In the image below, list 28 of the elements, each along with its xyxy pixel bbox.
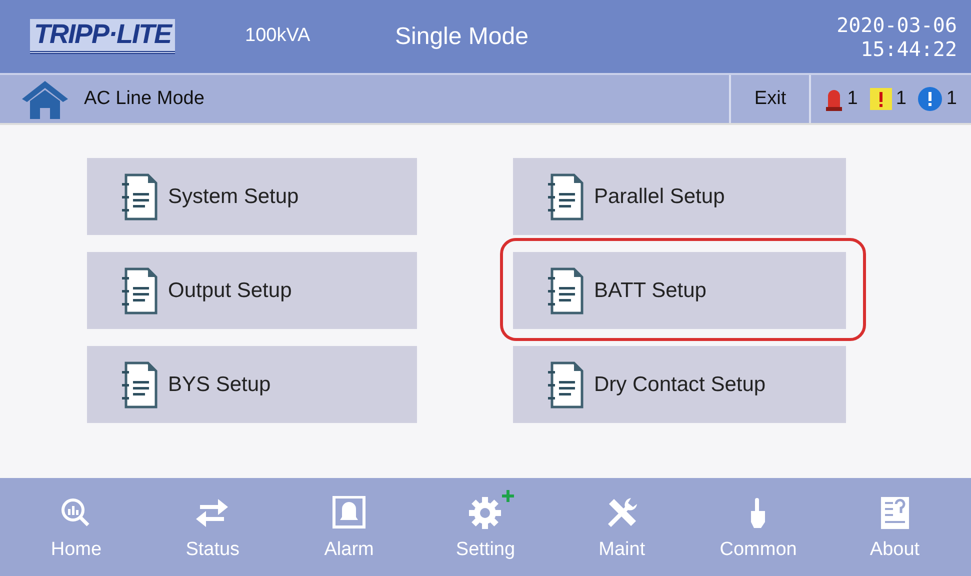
menu-button[interactable]: Output Setup — [87, 252, 417, 329]
info-icon — [918, 87, 942, 111]
document-icon — [546, 266, 586, 314]
date-text: 2020-03-06 — [836, 12, 957, 36]
menu-button[interactable]: System Setup — [87, 158, 417, 235]
bell-icon — [332, 496, 366, 530]
home-icon — [20, 79, 70, 119]
document-icon — [546, 360, 586, 408]
gear-icon — [468, 496, 502, 530]
warning-icon — [870, 88, 892, 110]
menu-button[interactable]: BYS Setup — [87, 346, 417, 423]
mode-title: Single Mode — [395, 22, 530, 52]
document-icon — [120, 266, 160, 314]
menu-button[interactable]: Dry Contact Setup — [513, 346, 846, 423]
capacity-label: 100kVA — [245, 24, 312, 48]
exit-button[interactable]: Exit — [729, 75, 812, 123]
time-text: 15:44:22 — [860, 36, 957, 60]
alarm-count: 1 — [946, 86, 957, 111]
document-icon — [120, 172, 160, 220]
document-icon — [546, 172, 586, 220]
document-icon — [120, 360, 160, 408]
logo: TRIPP·LITE — [30, 19, 175, 54]
siren-icon — [825, 87, 844, 111]
status-text: AC Line Mode — [84, 86, 206, 111]
menu-button[interactable]: Parallel Setup — [513, 158, 846, 235]
alarm-count: 1 — [847, 86, 858, 111]
alarm-count: 1 — [896, 86, 906, 111]
menu-button[interactable]: BATT Setup — [513, 252, 846, 329]
